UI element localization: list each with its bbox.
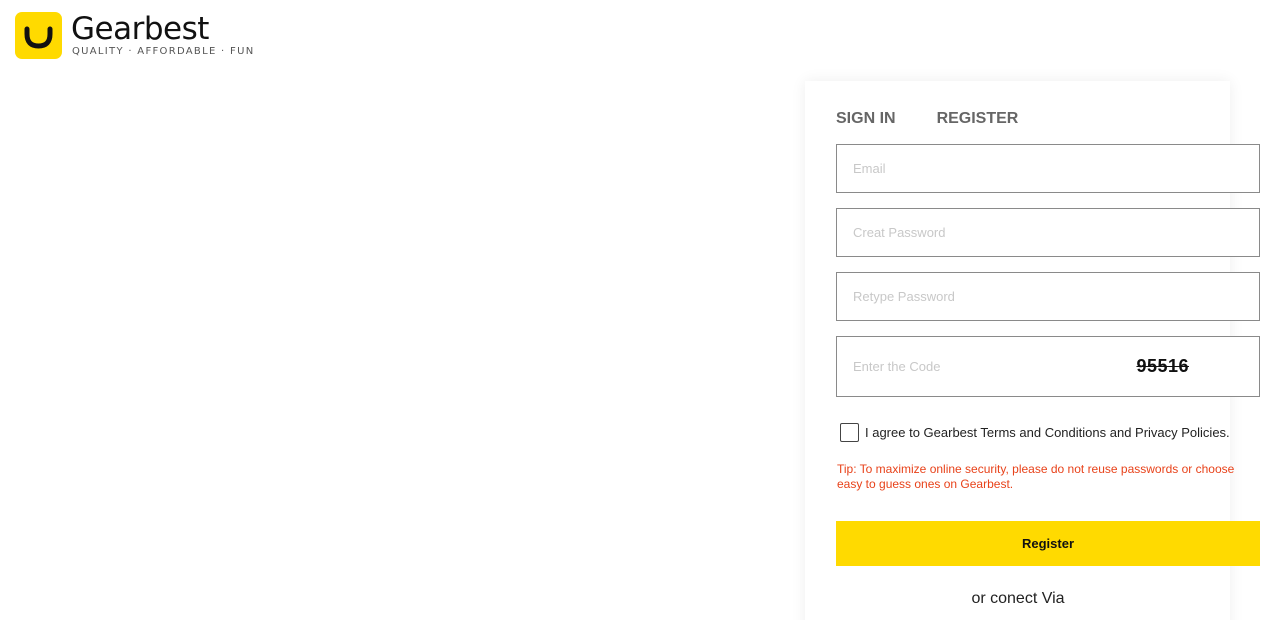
email-field[interactable]	[837, 145, 1259, 192]
email-field-wrapper	[836, 144, 1260, 193]
terms-agreement: I agree to Gearbest Terms and Conditions…	[840, 423, 1230, 442]
security-tip: Tip: To maximize online security, please…	[837, 462, 1235, 491]
gearbest-logo[interactable]: Gearbest QUALITY · AFFORDABLE · FUN	[15, 12, 254, 59]
social-connect-label: or conect Via	[971, 590, 1065, 607]
captcha-image[interactable]: 95516	[1136, 356, 1189, 377]
create-password-field[interactable]	[837, 209, 1259, 256]
terms-label: I agree to Gearbest Terms and Conditions…	[865, 425, 1230, 440]
password-field-wrapper	[836, 208, 1260, 257]
register-button[interactable]: Register	[836, 521, 1260, 566]
brand-tagline: QUALITY · AFFORDABLE · FUN	[72, 46, 255, 57]
brand-name: Gearbest	[71, 11, 209, 47]
tab-register[interactable]: REGISTER	[937, 109, 1019, 129]
code-field-wrapper: 95516	[836, 336, 1260, 397]
terms-checkbox[interactable]	[840, 423, 859, 442]
smile-logo-icon	[15, 12, 62, 59]
retype-password-field-wrapper	[836, 272, 1260, 321]
auth-tabs: SIGN IN REGISTER	[836, 109, 1018, 129]
tab-sign-in[interactable]: SIGN IN	[836, 109, 896, 129]
retype-password-field[interactable]	[837, 273, 1259, 320]
verification-code-field[interactable]	[837, 337, 1259, 396]
page: Gearbest QUALITY · AFFORDABLE · FUN SIGN…	[0, 0, 1281, 620]
